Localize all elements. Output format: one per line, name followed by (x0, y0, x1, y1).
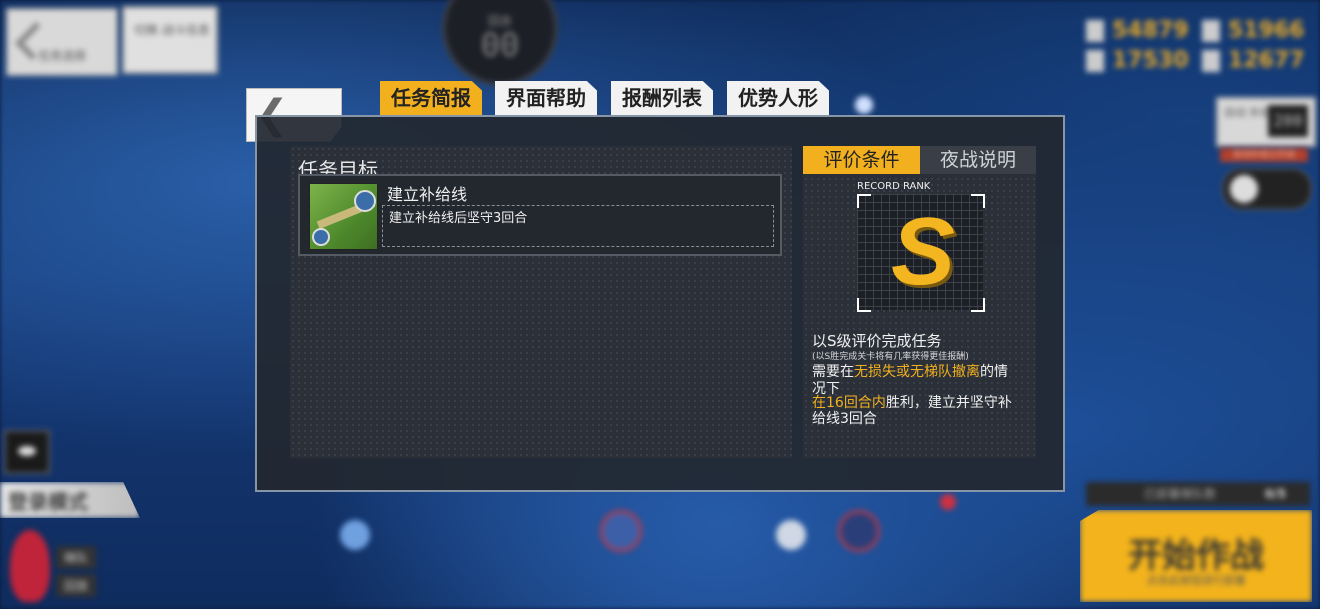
condition-line-4: 给线3回合 (812, 411, 877, 427)
resource-manpower: 54879 (1086, 18, 1189, 43)
round-value: 00 (480, 26, 520, 64)
rations-icon (1086, 50, 1104, 72)
frame-corner (971, 298, 985, 312)
map-node (600, 510, 642, 552)
map-point-icon (354, 190, 376, 212)
switch-knob (1230, 175, 1258, 203)
tab-rating-conditions[interactable]: 评价条件 (803, 146, 920, 174)
map-node (940, 494, 956, 510)
mode-label: 登录模式 (8, 490, 88, 514)
auto-supply-value: 200 (1268, 105, 1308, 137)
fairy-icon[interactable] (10, 530, 50, 602)
parts-value: 12677 (1228, 48, 1305, 73)
manpower-icon (1086, 20, 1104, 42)
eye-icon (18, 446, 36, 456)
ammo-icon (1202, 20, 1220, 42)
auto-supply-control[interactable]: 自动 补给 200 (1216, 97, 1316, 147)
ammo-value: 51966 (1228, 18, 1305, 43)
frame-corner (857, 194, 871, 208)
tab-reward-list[interactable]: 报酬列表 (611, 81, 713, 115)
echelon-count-value: 0/5 (1264, 487, 1286, 501)
mode-button[interactable]: 登录模式 (0, 482, 140, 518)
manpower-value: 54879 (1112, 18, 1189, 43)
condition-line-1: 需要在无损失或无梯队撤离的情 (812, 364, 1008, 381)
map-point-icon (312, 228, 330, 246)
auto-supply-switch[interactable] (1222, 168, 1312, 210)
condition-highlight: 无损失或无梯队撤离 (854, 364, 980, 380)
exit-button[interactable]: 任务选择 (6, 8, 118, 76)
echelon-button[interactable]: 梯队 (56, 546, 97, 569)
condition-title: 以S级评价完成任务 (812, 332, 942, 350)
view-toggle-button[interactable] (4, 430, 50, 474)
tab-mission-briefing[interactable]: 任务简报 (380, 81, 482, 115)
map-node (340, 520, 370, 550)
tab-night-battle-info[interactable]: 夜战说明 (920, 146, 1036, 174)
start-battle-label: 开始作战 (1128, 536, 1264, 576)
parts-icon (1202, 50, 1220, 72)
objective-description: 建立补给线后坚守3回合 (389, 211, 528, 226)
map-node (776, 520, 806, 550)
condition-highlight: 在16回合内 (812, 395, 886, 411)
tab-interface-help[interactable]: 界面帮助 (495, 81, 597, 115)
map-node (855, 96, 873, 114)
map-node (838, 510, 880, 552)
tab-advantage-dolls[interactable]: 优势人形 (727, 81, 829, 115)
resource-parts: 12677 (1202, 48, 1305, 73)
objective-name: 建立补给线 (387, 185, 468, 204)
resource-rations: 17530 (1086, 48, 1189, 73)
replay-button[interactable]: 回放 (56, 574, 97, 597)
auto-supply-label: 自动 补给 (1224, 106, 1272, 119)
frame-corner (857, 298, 871, 312)
start-battle-sublabel: 点击此按钮进行部署 (1146, 574, 1246, 587)
frame-corner (971, 194, 985, 208)
rations-value: 17530 (1112, 48, 1189, 73)
battle-info-toggle-button[interactable]: 切换 战斗信息 (122, 6, 218, 74)
echelon-count-label: 已部署梯队数 (1144, 487, 1217, 501)
auto-supply-status: 自动补给已开启 (1220, 148, 1308, 162)
battle-info-toggle-label: 切换 战斗信息 (134, 23, 210, 37)
resource-ammo: 51966 (1202, 18, 1305, 43)
condition-text: 胜利，建立并坚守补 (885, 395, 1012, 411)
condition-line-3: 在16回合内胜利，建立并坚守补 (812, 395, 1012, 412)
condition-note: (以S胜完成关卡将有几率获得更佳报酬) (812, 352, 969, 362)
condition-text: 需要在 (812, 364, 854, 380)
rank-letter: S (890, 198, 956, 305)
start-battle-button[interactable]: 开始作战 点击此按钮进行部署 (1080, 510, 1312, 602)
echelon-count-bar: 已部署梯队数 0/5 (1086, 482, 1310, 506)
condition-text: 的情 (980, 364, 1008, 380)
exit-button-label: 任务选择 (38, 49, 87, 63)
objective-map-thumbnail (309, 183, 378, 250)
record-rank-label: RECORD RANK (857, 181, 931, 192)
